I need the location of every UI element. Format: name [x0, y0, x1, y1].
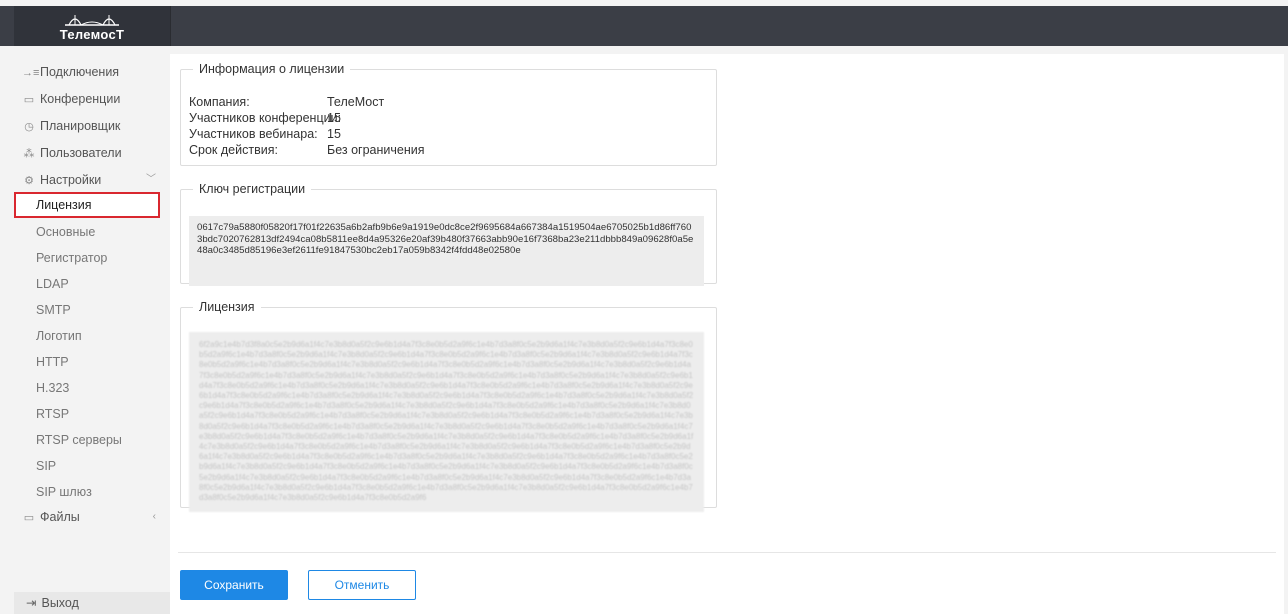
clock-icon: ◷ [24, 121, 34, 133]
settings-item-ldap[interactable]: LDAP [22, 273, 160, 295]
app-logo[interactable]: ТелемосТ [14, 6, 171, 46]
info-label: Участников вебинара: [189, 127, 318, 141]
sidebar: →≡Подключения ▭ Конференции ◷ Планировщик … [14, 46, 170, 614]
info-row-conference-participants: Участников конференции: 15 [189, 110, 341, 126]
bridge-icon [65, 15, 119, 26]
registration-key-value[interactable]: 0617c79a5880f05820f17f01f22635a6b2afb9b6… [189, 216, 704, 286]
settings-item-sip[interactable]: SIP [22, 455, 160, 477]
info-value: 15 [327, 127, 341, 141]
main-content: Информация о лицензии Компания: ТелеМост… [170, 54, 1284, 614]
cancel-button[interactable]: Отменить [308, 570, 416, 600]
info-label: Срок действия: [189, 143, 278, 157]
info-row-company: Компания: ТелеМост [189, 94, 384, 110]
chevron-down-icon: ﹀ [146, 174, 156, 185]
license-info-panel: Информация о лицензии Компания: ТелеМост… [180, 62, 717, 166]
license-title: Лицензия [199, 300, 255, 314]
top-bar: ТелемосТ [0, 6, 1288, 46]
chevron-left-icon: ‹ [152, 511, 156, 522]
logout-icon: ⇥ [26, 596, 37, 610]
users-icon: ⁂ [23, 148, 35, 160]
info-value: 15 [327, 111, 341, 125]
gear-icon: ⚙ [24, 175, 34, 187]
sidebar-item-label: Пользователи [40, 146, 122, 160]
sidebar-item-settings[interactable]: ⚙ Настройки ﹀ [22, 169, 162, 191]
sidebar-item-files[interactable]: ▭ Файлы ‹ [22, 506, 162, 528]
sidebar-item-label: Конференции [40, 92, 121, 106]
divider [178, 552, 1276, 553]
sidebar-item-conferences[interactable]: ▭ Конференции [22, 88, 162, 110]
folder-icon: ▭ [23, 512, 35, 524]
save-button[interactable]: Сохранить [180, 570, 288, 600]
license-value[interactable]: 6f2a9c1e4b7d3f8a0c5e2b9d6a1f4c7e3b8d0a5f… [189, 332, 704, 512]
sidebar-item-label: Подключения [40, 65, 120, 79]
info-label: Компания: [189, 95, 250, 109]
license-info-title: Информация о лицензии [199, 62, 345, 76]
logo-text: ТелемосТ [59, 27, 125, 42]
registration-key-title: Ключ регистрации [199, 182, 306, 196]
info-value: Без ограничения [327, 143, 425, 157]
settings-item-license[interactable]: Лицензия [14, 192, 160, 218]
sidebar-item-label: Настройки [40, 173, 102, 187]
registration-key-panel: Ключ регистрации 0617c79a5880f05820f17f0… [180, 182, 717, 286]
connections-icon: →≡ [22, 67, 40, 79]
license-panel: Лицензия 6f2a9c1e4b7d3f8a0c5e2b9d6a1f4c7… [180, 300, 717, 512]
conference-icon: ▭ [23, 94, 35, 106]
settings-item-logo[interactable]: Логотип [22, 325, 160, 347]
settings-item-smtp[interactable]: SMTP [22, 299, 160, 321]
settings-item-sip-gateway[interactable]: SIP шлюз [22, 481, 160, 503]
info-value: ТелеМост [327, 95, 385, 109]
sidebar-item-label: Планировщик [40, 119, 121, 133]
sidebar-item-users[interactable]: ⁂ Пользователи [22, 142, 162, 164]
settings-item-h323[interactable]: H.323 [22, 377, 160, 399]
settings-item-rtsp[interactable]: RTSP [22, 403, 160, 425]
sidebar-item-scheduler[interactable]: ◷ Планировщик [22, 115, 162, 137]
settings-item-rtsp-servers[interactable]: RTSP серверы [22, 429, 160, 451]
settings-item-registrar[interactable]: Регистратор [22, 247, 160, 269]
info-label: Участников конференции: [189, 111, 342, 125]
sidebar-item-label: Файлы [40, 510, 80, 524]
settings-item-http[interactable]: HTTP [22, 351, 160, 373]
logout-button[interactable]: ⇥ Выход [14, 592, 170, 614]
info-row-expiration: Срок действия: Без ограничения [189, 142, 425, 158]
logout-label: Выход [41, 596, 79, 610]
sidebar-item-connections[interactable]: →≡Подключения [22, 61, 162, 83]
settings-item-general[interactable]: Основные [22, 221, 160, 243]
info-row-webinar-participants: Участников вебинара: 15 [189, 126, 341, 142]
